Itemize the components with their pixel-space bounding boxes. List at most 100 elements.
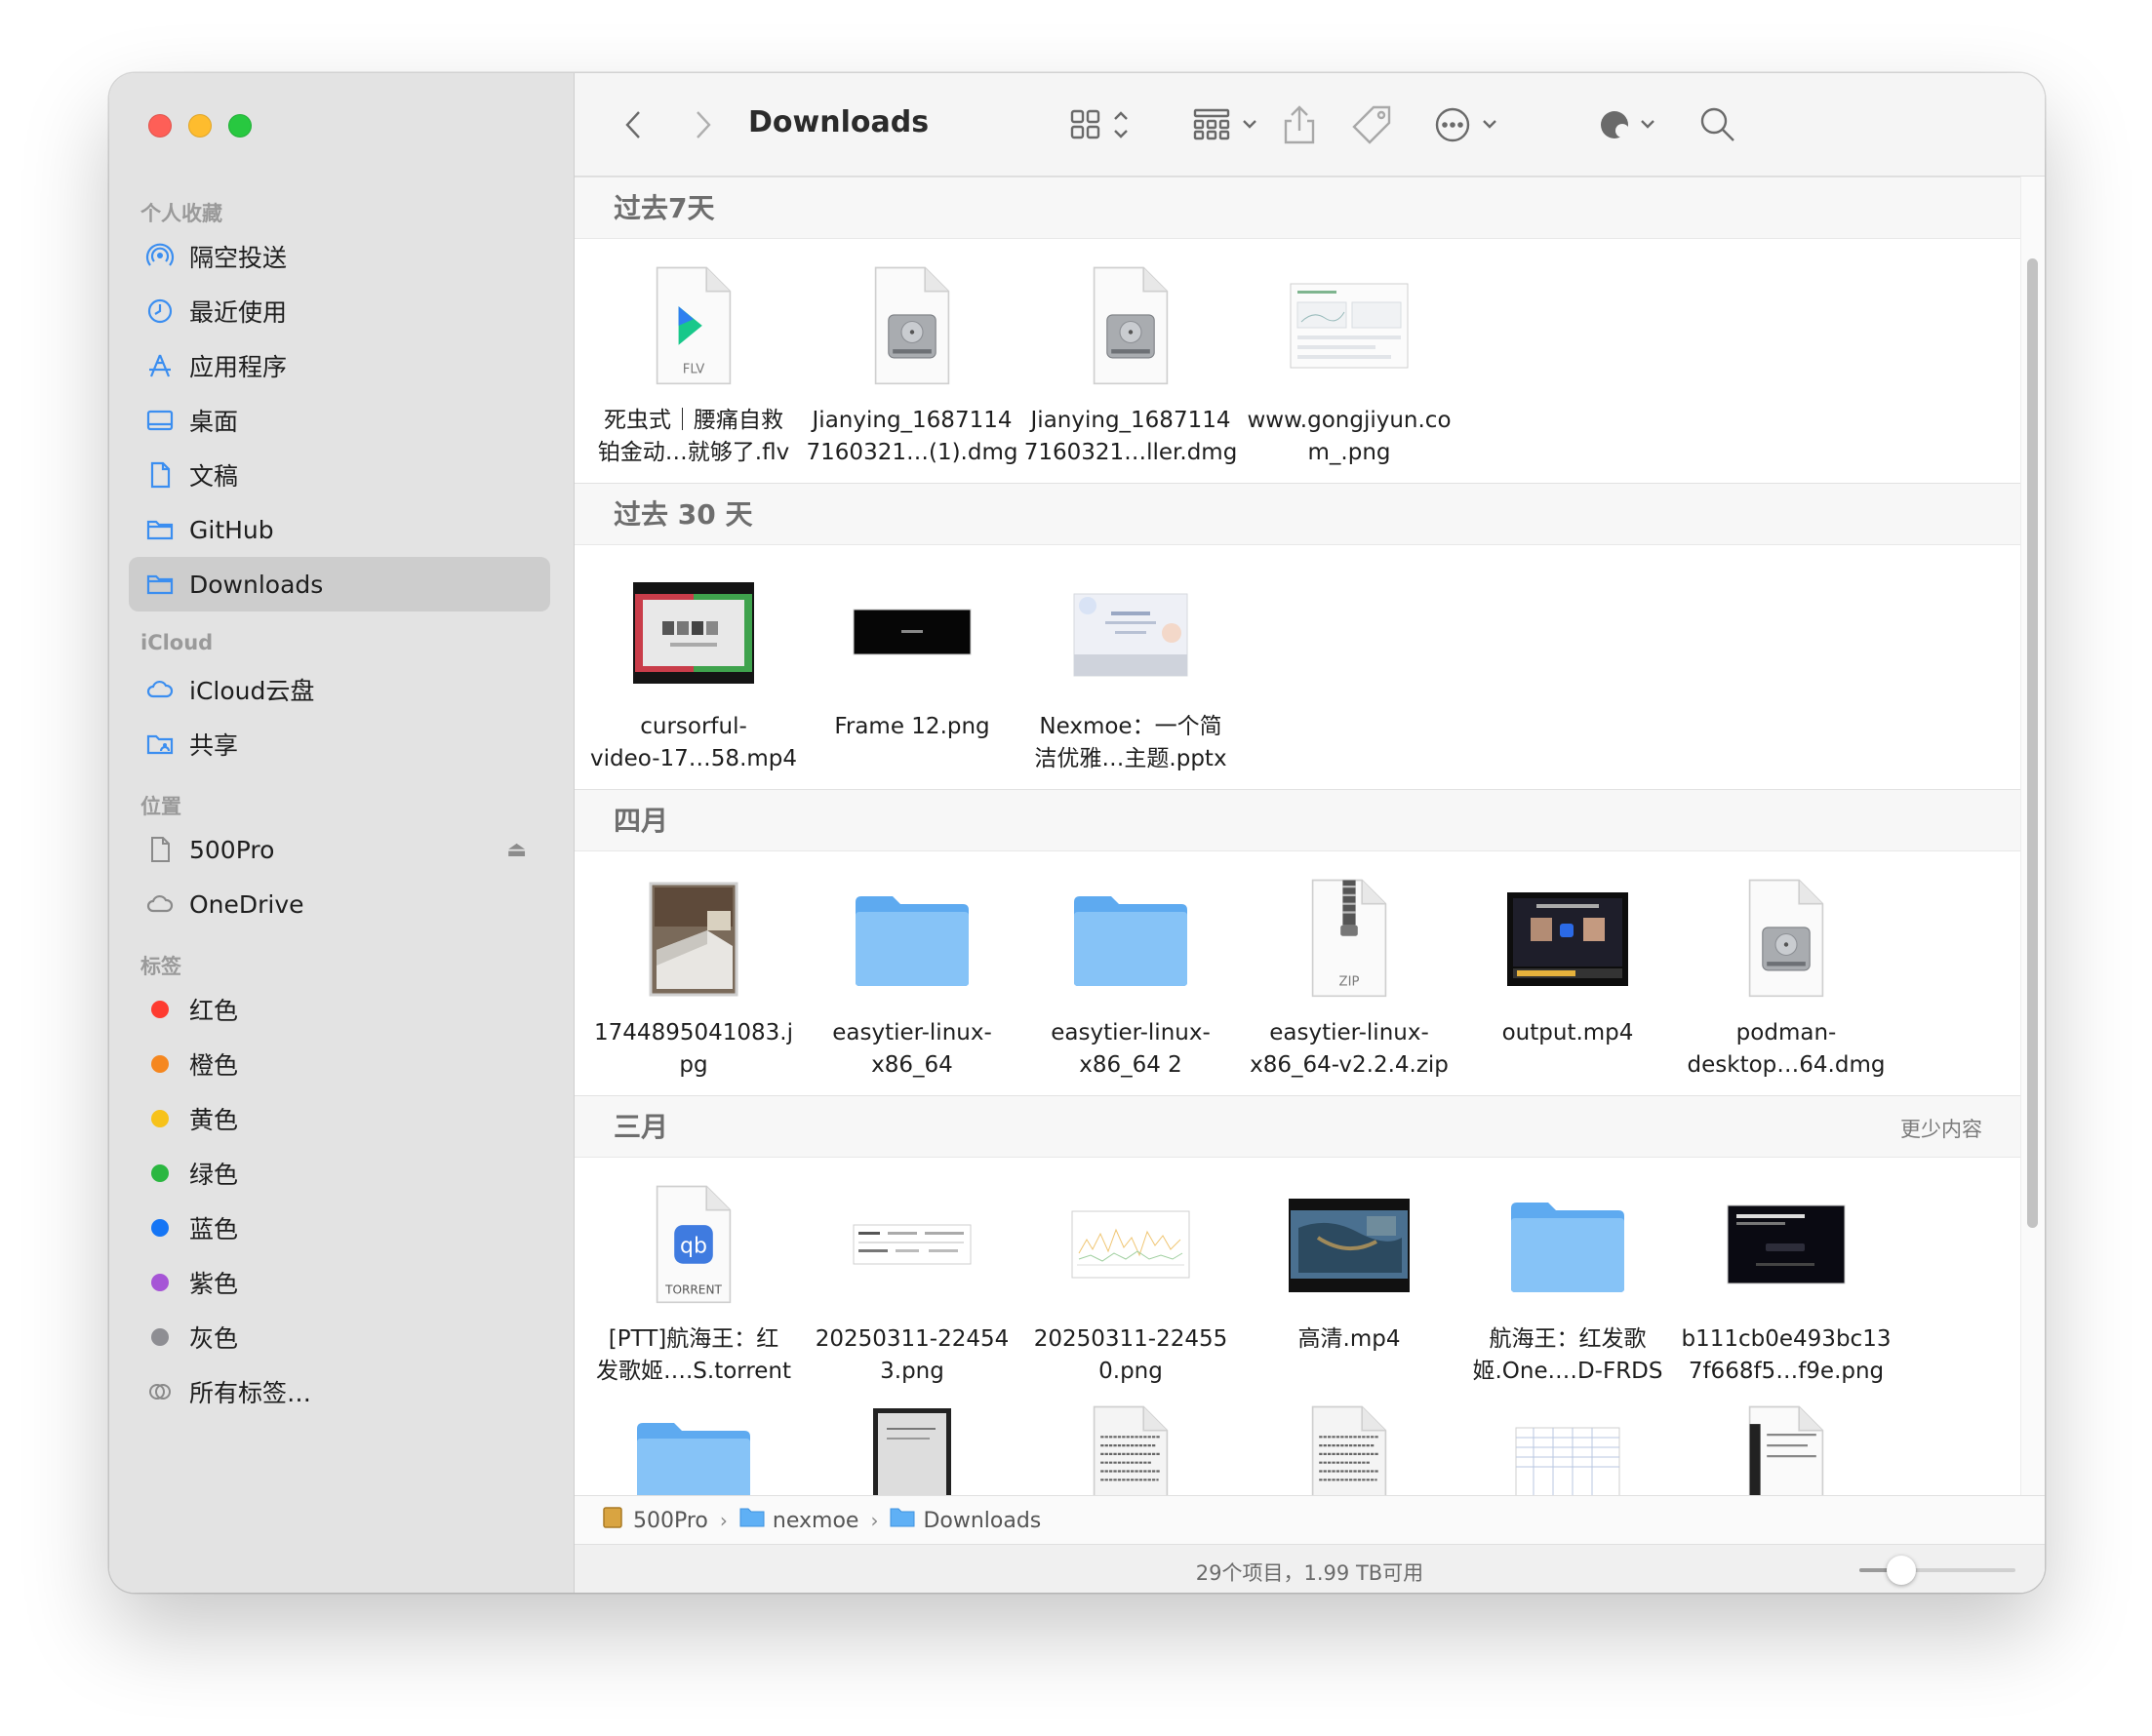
file-item[interactable]: qb TORRENT [PTT]航海王：红 发歌姬….S.torrent — [584, 1173, 803, 1388]
grid-view-icon — [1070, 109, 1128, 139]
sidebar-item-github[interactable]: GitHub — [129, 502, 550, 557]
minimize-window-button[interactable] — [188, 114, 212, 138]
sidebar-item-location-0[interactable]: 500Pro ⏏ — [129, 822, 550, 877]
file-item[interactable]: www.gongjiyun.co m_.png — [1240, 255, 1458, 469]
window-title: Downloads — [748, 105, 930, 139]
share-icon — [1284, 105, 1315, 144]
file-item[interactable]: Frame 12.png — [803, 561, 1021, 743]
file-item[interactable]: FLV 死虫式｜腰痛自救 铂金动…就够了.flv — [584, 255, 803, 469]
forward-button[interactable] — [680, 102, 725, 147]
file-item[interactable]: 航海王：红发歌 姬.One.…D-FRDS — [1458, 1173, 1677, 1388]
file-item[interactable]: ZIP easytier-linux- x86_64-v2.2.4.zip — [1240, 867, 1458, 1082]
sidebar-item-tag-3[interactable]: 绿色 — [129, 1146, 550, 1201]
slider-knob[interactable] — [1887, 1556, 1917, 1585]
scrollbar[interactable] — [2020, 177, 2045, 1566]
file-item[interactable]: 20250311-22454 3.png — [803, 1173, 1021, 1388]
path-crumb[interactable]: nexmoe — [739, 1506, 858, 1535]
file-thumbnail-dmg — [1021, 255, 1240, 399]
sidebar-item-tag-2[interactable]: 黄色 — [129, 1091, 550, 1146]
file-thumbnail-web-screenshot — [1240, 255, 1458, 399]
tag-button[interactable] — [1349, 102, 1394, 147]
main-pane: Downloads 过去7天 FLV 死虫式｜腰痛自救 铂金动…就够了.flv … — [575, 73, 2045, 1593]
file-item[interactable]: 1744895041083.j pg — [584, 867, 803, 1082]
file-item[interactable]: output.mp4 — [1458, 867, 1677, 1049]
scroll-thumb[interactable] — [2027, 258, 2038, 1228]
sidebar-item-桌面[interactable]: 桌面 — [129, 393, 550, 448]
sidebar-section-favorites: 个人收藏 — [140, 202, 222, 225]
sidebar-item-icloud-0[interactable]: iCloud云盘 — [129, 662, 550, 717]
disk-icon — [600, 1505, 625, 1536]
path-crumb-label: Downloads — [923, 1508, 1042, 1533]
file-thumbnail-video-map — [1240, 1173, 1458, 1318]
tag-color-icon — [142, 1046, 178, 1082]
sidebar-item-最近使用[interactable]: 最近使用 — [129, 284, 550, 338]
close-window-button[interactable] — [148, 114, 172, 138]
file-item[interactable]: Nexmoe：一个简 洁优雅…主题.pptx — [1021, 561, 1240, 775]
share-button[interactable] — [1277, 102, 1322, 147]
sidebar-item-label: 应用程序 — [189, 353, 288, 381]
sidebar-item-tag-5[interactable]: 紫色 — [129, 1255, 550, 1310]
sidebar-item-tag-7[interactable]: 所有标签… — [129, 1364, 550, 1419]
document-icon — [142, 457, 178, 493]
group-header: 四月 — [575, 789, 2021, 851]
group-header: 三月 更少内容 — [575, 1095, 2021, 1158]
eject-icon[interactable]: ⏏ — [506, 838, 527, 862]
window-controls — [148, 114, 252, 138]
zoom-window-button[interactable] — [228, 114, 252, 138]
group-title: 过去 30 天 — [614, 498, 753, 531]
search-button[interactable] — [1694, 102, 1741, 147]
file-thumbnail-dark-page — [1677, 1173, 1895, 1318]
tag-color-icon — [142, 1101, 178, 1136]
file-thumbnail-chart-screenshot — [1021, 1173, 1240, 1318]
file-item[interactable]: easytier-linux- x86_64 2 — [1021, 867, 1240, 1082]
more-actions-button[interactable] — [1433, 102, 1511, 147]
file-name: easytier-linux- x86_64-v2.2.4.zip — [1250, 1020, 1449, 1078]
folder-icon — [142, 512, 178, 547]
sidebar-item-label: 隔空投送 — [189, 244, 288, 272]
group-by-button[interactable] — [1191, 102, 1265, 147]
path-crumb[interactable]: 500Pro — [600, 1505, 708, 1536]
file-item[interactable]: easytier-linux- x86_64 — [803, 867, 1021, 1082]
tag-color-icon — [142, 1320, 178, 1355]
file-item[interactable]: b111cb0e493bc13 7f668f5…f9e.png — [1677, 1173, 1895, 1388]
sidebar-item-隔空投送[interactable]: 隔空投送 — [129, 229, 550, 284]
sidebar-item-tag-1[interactable]: 橙色 — [129, 1037, 550, 1091]
sidebar-item-tag-6[interactable]: 灰色 — [129, 1310, 550, 1364]
back-button[interactable] — [612, 102, 657, 147]
file-item[interactable]: podman- desktop…64.dmg — [1677, 867, 1895, 1082]
file-thumbnail-photo — [584, 867, 803, 1011]
file-item[interactable]: 高清.mp4 — [1240, 1173, 1458, 1356]
path-crumb[interactable]: Downloads — [890, 1506, 1041, 1535]
status-text: 29个项目，1.99 TB可用 — [1195, 1561, 1424, 1585]
path-separator: › — [719, 1509, 728, 1532]
show-less-button[interactable]: 更少内容 — [1900, 1114, 1982, 1143]
file-item[interactable]: Jianying_1687114 7160321…ller.dmg — [1021, 255, 1240, 469]
sidebar-item-文稿[interactable]: 文稿 — [129, 448, 550, 502]
file-thumbnail-table-screenshot — [803, 1173, 1021, 1318]
all-tags-icon — [142, 1374, 178, 1409]
file-name: podman- desktop…64.dmg — [1687, 1020, 1886, 1078]
sidebar-item-label: iCloud云盘 — [189, 677, 315, 705]
sidebar-item-应用程序[interactable]: 应用程序 — [129, 338, 550, 393]
sidebar-item-icloud-1[interactable]: 共享 — [129, 717, 550, 771]
file-item[interactable]: 20250311-22455 0.png — [1021, 1173, 1240, 1388]
sidebar-item-location-1[interactable]: OneDrive — [129, 877, 550, 931]
view-mode-button[interactable] — [1068, 102, 1138, 147]
sidebar-item-tag-4[interactable]: 蓝色 — [129, 1201, 550, 1255]
icon-size-slider[interactable] — [1859, 1556, 2015, 1585]
tag-color-icon — [142, 1156, 178, 1191]
file-name: Jianying_1687114 7160321…ller.dmg — [1023, 408, 1238, 465]
folder-icon — [142, 567, 178, 602]
folder-icon — [1021, 867, 1240, 1011]
sidebar-item-downloads[interactable]: Downloads — [129, 557, 550, 612]
group-title: 过去7天 — [614, 192, 715, 224]
file-name: output.mp4 — [1501, 1020, 1634, 1046]
sidebar-item-tag-0[interactable]: 红色 — [129, 982, 550, 1037]
file-name: [PTT]航海王：红 发歌姬….S.torrent — [595, 1326, 792, 1384]
sidebar: 个人收藏隔空投送最近使用应用程序桌面 文稿 GitHub Downloads iClou… — [109, 73, 575, 1593]
chevron-left-icon — [625, 111, 640, 138]
cloud-sync-icon — [1601, 111, 1654, 138]
file-item[interactable]: cursorful- video-17…58.mp4 — [584, 561, 803, 775]
file-item[interactable]: Jianying_1687114 7160321…(1).dmg — [803, 255, 1021, 469]
cloud-sync-button[interactable] — [1595, 102, 1669, 147]
